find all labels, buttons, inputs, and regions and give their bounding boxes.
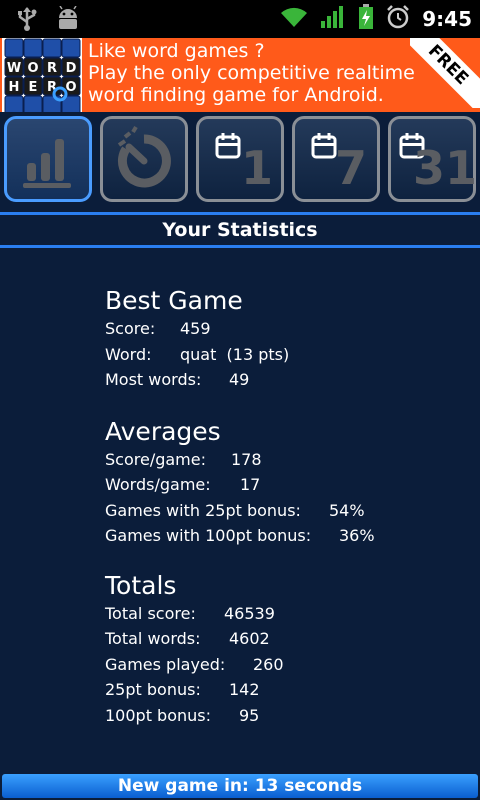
page-title-bar: Your Statistics (0, 212, 480, 248)
logo-letter: R (47, 61, 57, 76)
new-game-countdown-bar[interactable]: New game in: 13 seconds (2, 774, 478, 798)
logo-letter: O (27, 61, 38, 76)
bonus100-total-label: 100pt bonus: (105, 705, 212, 725)
avg-bonus25-row: Games with 25pt bonus: 54% (105, 498, 465, 524)
avg-words-label: Words/game: (105, 475, 211, 494)
ad-text: Like word games ? Play the only competit… (88, 40, 415, 106)
tab-bar: 1 7 31 (0, 112, 480, 210)
bonus25-total-value: 142 (229, 680, 260, 699)
tab-7-days[interactable]: 7 (292, 116, 380, 202)
page-title: Your Statistics (162, 219, 318, 241)
most-words-label: Most words: (105, 370, 202, 389)
logo-tile (23, 38, 43, 58)
best-word-label: Word: (105, 344, 152, 364)
avg-bonus25-value: 54% (329, 500, 365, 520)
total-score-value: 46539 (224, 603, 275, 623)
new-game-countdown: New game in: 13 seconds (117, 776, 363, 796)
logo-letter: H (9, 80, 20, 95)
bar-chart-icon (23, 139, 71, 188)
statistics-panel: Best Game Score: 459 Word: quat (13 pts) M… (105, 286, 465, 728)
ad-line-3: word finding game for Android. (88, 84, 384, 106)
ad-line-1: Like word games ? (88, 40, 265, 62)
logo-tile (4, 38, 24, 58)
bonus25-total-label: 25pt bonus: (105, 680, 201, 699)
logo-letter: E (29, 80, 38, 95)
avg-bonus100-label: Games with 100pt bonus: (105, 526, 312, 545)
logo-tile (4, 95, 24, 115)
tab-timer[interactable] (100, 116, 188, 202)
best-word-value: quat (13 pts) (180, 344, 290, 364)
total-words-value: 4602 (229, 629, 270, 648)
total-words-label: Total words: (105, 629, 201, 648)
bonus100-total-value: 95 (239, 705, 260, 725)
wifi-icon (280, 5, 308, 33)
best-game-title: Best Game (105, 286, 243, 315)
ad-logo: WORDHERO (2, 38, 82, 115)
averages-title: Averages (105, 416, 221, 446)
total-score-row: Total score: 46539 (105, 601, 465, 627)
android-debug-icon (56, 5, 80, 36)
avg-score-value: 178 (231, 449, 262, 469)
best-word-row: Word: quat (13 pts) (105, 342, 465, 368)
most-words-row: Most words: 49 (105, 367, 465, 393)
tab-1-day-label: 1 (241, 141, 274, 195)
most-words-value: 49 (229, 370, 250, 389)
logo-letter: D (66, 61, 77, 76)
tab-statistics[interactable] (4, 116, 92, 202)
tab-31-days[interactable]: 31 (388, 116, 478, 202)
signal-icon (320, 5, 346, 33)
games-played-label: Games played: (105, 654, 226, 674)
logo-tile (61, 38, 81, 58)
avg-words-row: Words/game: 17 (105, 472, 465, 498)
avg-bonus100-row: Games with 100pt bonus: 36% (105, 523, 465, 549)
ad-line-2: Play the only competitive realtime (88, 62, 415, 84)
tab-7-days-label: 7 (335, 141, 368, 195)
avg-words-value: 17 (240, 475, 261, 494)
logo-letter: W (7, 61, 21, 76)
ad-banner[interactable]: WORDHERO Like word games ? Play the only… (0, 38, 480, 115)
best-score-label: Score: (105, 319, 156, 338)
avg-score-label: Score/game: (105, 449, 206, 469)
usb-icon (16, 6, 38, 36)
tab-1-day[interactable]: 1 (196, 116, 284, 202)
best-score-value: 459 (180, 319, 211, 338)
best-score-row: Score: 459 (105, 316, 465, 342)
bonus25-total-row: 25pt bonus: 142 (105, 677, 465, 703)
logo-tile (42, 38, 62, 58)
free-ribbon: FREE (410, 38, 480, 108)
tab-31-days-label: 31 (413, 141, 478, 195)
total-score-label: Total score: (105, 603, 196, 623)
logo-tile (23, 95, 43, 115)
battery-charging-icon (358, 4, 374, 34)
avg-score-row: Score/game: 178 (105, 447, 465, 473)
avg-bonus25-label: Games with 25pt bonus: (105, 500, 301, 520)
totals-title: Totals (105, 570, 177, 600)
timer-icon (117, 125, 171, 188)
games-played-row: Games played: 260 (105, 652, 465, 678)
alarm-icon (386, 4, 410, 34)
avg-bonus100-value: 36% (339, 526, 375, 545)
status-bar: 9:45 (0, 0, 480, 38)
games-played-value: 260 (253, 654, 284, 674)
clock: 9:45 (422, 7, 472, 31)
free-label: FREE (410, 38, 480, 108)
total-words-row: Total words: 4602 (105, 626, 465, 652)
bonus100-total-row: 100pt bonus: 95 (105, 703, 465, 729)
